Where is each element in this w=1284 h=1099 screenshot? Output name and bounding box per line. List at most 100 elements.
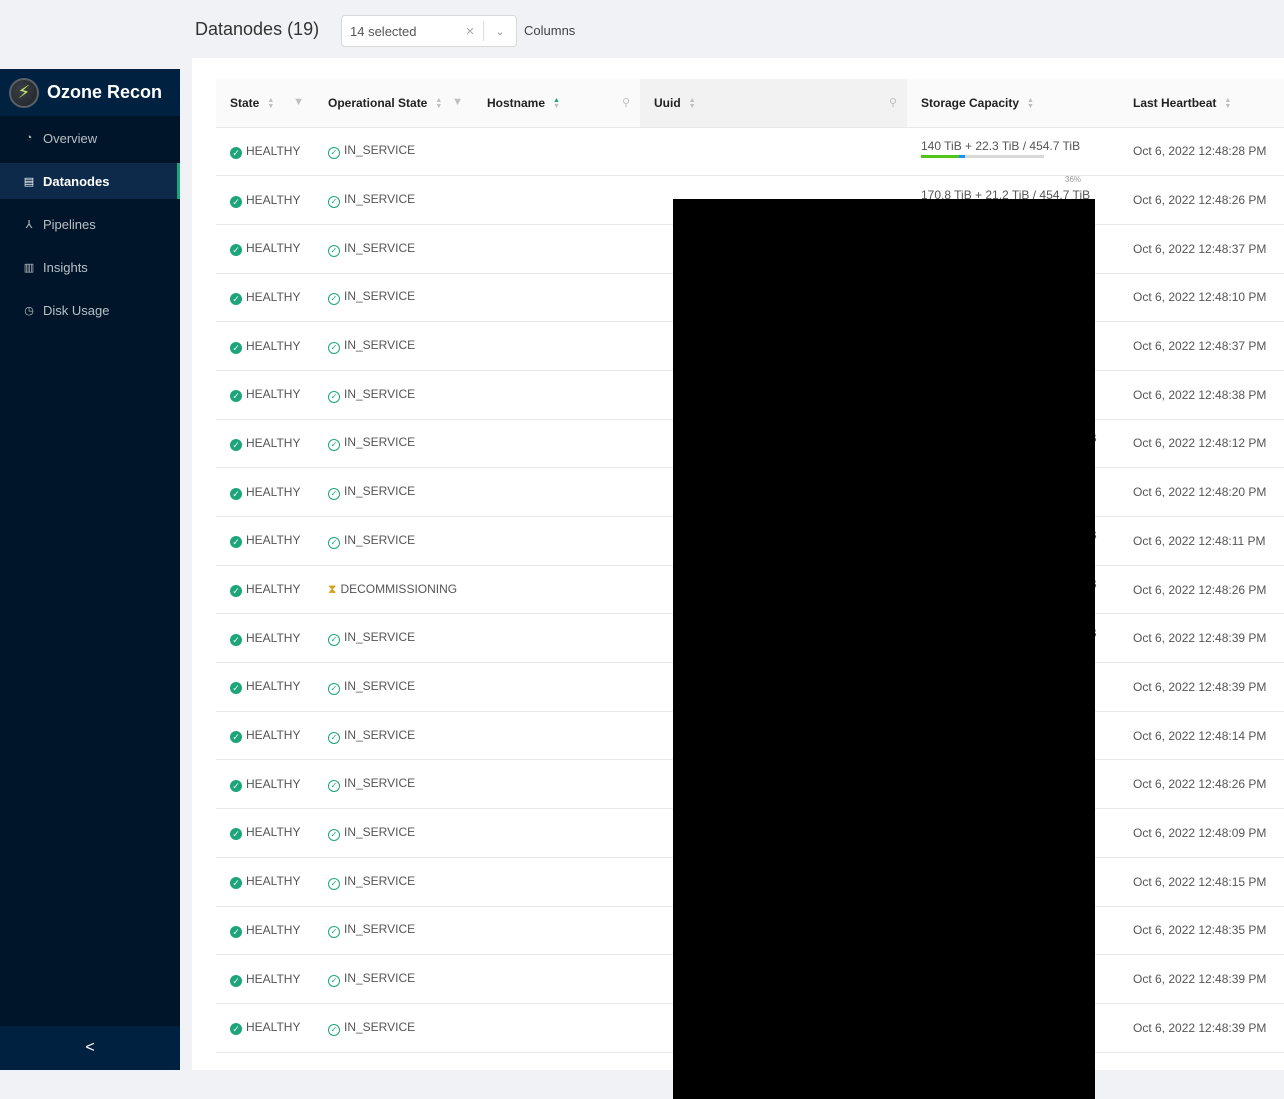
column-header-state[interactable]: State ▲ ▼ ▼ [216, 79, 314, 128]
operational-state-cell: ✓ IN_SERVICE [314, 224, 473, 274]
hostname-cell [473, 906, 640, 956]
state-cell: ✓ HEALTHY [216, 467, 314, 517]
last-heartbeat-cell: Oct 6, 2022 12:48:39 PM [1119, 662, 1284, 712]
check-circle-outline-icon: ✓ [328, 634, 340, 647]
check-circle-icon: ✓ [230, 146, 242, 159]
last-heartbeat-cell: Oct 6, 2022 12:48:15 PM [1119, 857, 1284, 907]
chevron-down-icon[interactable]: ⌄ [484, 25, 516, 38]
column-header-storage-capacity[interactable]: Storage Capacity ▲ ▼ [907, 79, 1119, 128]
check-circle-outline-icon: ✓ [328, 390, 340, 403]
sidebar-item-pipelines[interactable]: ⅄ Pipelines [0, 206, 180, 242]
app-logo[interactable]: ⚡ Ozone Recon [0, 69, 180, 116]
state-value: HEALTHY [246, 582, 301, 597]
check-circle-outline-icon: ✓ [328, 536, 340, 549]
column-header-hostname[interactable]: Hostname ▲ ▼ ⚲ [473, 79, 640, 128]
hostname-cell [473, 857, 640, 907]
last-heartbeat-value: Oct 6, 2022 12:48:35 PM [1133, 923, 1267, 938]
sort-icon[interactable]: ▲ ▼ [1224, 97, 1231, 110]
sidebar-item-insights[interactable]: ▥ Insights [0, 249, 180, 285]
operational-state-value: IN_SERVICE [344, 484, 416, 499]
state-cell: ✓ HEALTHY [216, 711, 314, 761]
check-circle-icon: ✓ [230, 828, 242, 841]
operational-state-value: IN_SERVICE [344, 192, 416, 207]
state-cell: ✓ HEALTHY [216, 954, 314, 1004]
last-heartbeat-cell: Oct 6, 2022 12:48:35 PM [1119, 906, 1284, 956]
sort-icon[interactable]: ▲ ▼ [1027, 97, 1034, 110]
last-heartbeat-cell: Oct 6, 2022 12:48:14 PM [1119, 711, 1284, 761]
filter-icon[interactable]: ▼ [293, 96, 304, 108]
operational-state-cell: ✓ IN_SERVICE [314, 419, 473, 469]
state-value: HEALTHY [246, 825, 301, 840]
sidebar-item-datanodes[interactable]: ▤ Datanodes [0, 163, 180, 199]
state-cell: ✓ HEALTHY [216, 565, 314, 615]
columns-select[interactable]: 14 selected × ⌄ [341, 15, 517, 47]
used-bar [921, 154, 959, 158]
operational-state-value: DECOMMISSIONING [340, 582, 458, 597]
hostname-cell [473, 224, 640, 274]
filter-icon[interactable]: ▼ [452, 96, 463, 108]
state-value: HEALTHY [246, 387, 301, 402]
last-heartbeat-value: Oct 6, 2022 12:48:26 PM [1133, 193, 1267, 208]
state-cell: ✓ HEALTHY [216, 273, 314, 323]
operational-state-value: IN_SERVICE [344, 240, 416, 255]
check-circle-outline-icon: ✓ [328, 147, 340, 160]
operational-state-value: IN_SERVICE [344, 824, 416, 839]
sort-ascending-icon[interactable]: ▲ ▼ [553, 97, 560, 110]
state-value: HEALTHY [246, 971, 301, 986]
last-heartbeat-value: Oct 6, 2022 12:48:39 PM [1133, 1020, 1267, 1035]
column-header-operational-state[interactable]: Operational State ▲ ▼ ▼ [314, 79, 473, 128]
last-heartbeat-cell: Oct 6, 2022 12:48:20 PM [1119, 467, 1284, 517]
check-circle-outline-icon: ✓ [328, 780, 340, 793]
hostname-cell [473, 954, 640, 1004]
clear-icon[interactable]: × [457, 23, 483, 40]
state-cell: ✓ HEALTHY [216, 857, 314, 907]
check-circle-icon: ✓ [230, 585, 242, 598]
top-left-strip [0, 0, 180, 69]
sidebar-item-disk-usage[interactable]: ◷ Disk Usage [0, 292, 180, 328]
last-heartbeat-value: Oct 6, 2022 12:48:28 PM [1133, 144, 1267, 159]
sidebar-item-overview[interactable]: ◔ Overview [0, 120, 180, 156]
datanodes-panel: State ▲ ▼ ▼ Operational State ▲ ▼ ▼ Hostname ▲ ▼… [192, 58, 1284, 1099]
search-icon[interactable]: ⚲ [622, 96, 630, 109]
last-heartbeat-value: Oct 6, 2022 12:48:11 PM [1133, 533, 1266, 548]
column-header-uuid[interactable]: Uuid ▲ ▼ ⚲ [640, 79, 907, 128]
sidebar-collapse-button[interactable]: < [0, 1026, 180, 1070]
last-heartbeat-value: Oct 6, 2022 12:48:39 PM [1133, 631, 1267, 646]
sort-icon[interactable]: ▲ ▼ [689, 97, 696, 110]
operational-state-value: IN_SERVICE [344, 435, 416, 450]
state-cell: ✓ HEALTHY [216, 321, 314, 371]
operational-state-value: IN_SERVICE [344, 1019, 416, 1034]
last-heartbeat-value: Oct 6, 2022 12:48:26 PM [1133, 777, 1267, 792]
last-heartbeat-value: Oct 6, 2022 12:48:39 PM [1133, 679, 1267, 694]
operational-state-value: IN_SERVICE [344, 776, 416, 791]
last-heartbeat-cell: Oct 6, 2022 12:48:28 PM [1119, 127, 1284, 177]
last-heartbeat-cell: Oct 6, 2022 12:48:10 PM [1119, 273, 1284, 323]
state-value: HEALTHY [246, 338, 301, 353]
search-icon[interactable]: ⚲ [889, 96, 897, 109]
storage-capacity-cell: 140 TiB + 22.3 TiB / 454.7 TiB 36% [907, 127, 1119, 184]
state-value: HEALTHY [246, 874, 301, 889]
column-header-last-heartbeat[interactable]: Last Heartbeat ▲ ▼ [1119, 79, 1284, 128]
operational-state-value: IN_SERVICE [344, 922, 416, 937]
hostname-cell [473, 516, 640, 566]
state-value: HEALTHY [246, 484, 301, 499]
check-circle-icon: ✓ [230, 731, 242, 744]
sort-icon[interactable]: ▲ ▼ [267, 97, 274, 110]
check-circle-icon: ✓ [230, 974, 242, 987]
state-cell: ✓ HEALTHY [216, 808, 314, 858]
redacted-block [673, 199, 1095, 1099]
check-circle-outline-icon: ✓ [328, 975, 340, 988]
storage-progress-bar [921, 154, 1044, 158]
sort-icon[interactable]: ▲ ▼ [435, 97, 442, 110]
hostname-cell [473, 613, 640, 664]
operational-state-cell: ✓ IN_SERVICE [314, 467, 473, 517]
operational-state-cell: ✓ IN_SERVICE [314, 127, 473, 177]
dashboard-icon: ◔ [25, 132, 33, 144]
hostname-cell [473, 321, 640, 371]
operational-state-value: IN_SERVICE [344, 338, 416, 353]
last-heartbeat-cell: Oct 6, 2022 12:48:26 PM [1119, 175, 1284, 225]
hostname-cell [473, 273, 640, 323]
last-heartbeat-value: Oct 6, 2022 12:48:38 PM [1133, 387, 1267, 402]
check-circle-outline-icon: ✓ [328, 439, 340, 452]
state-cell: ✓ HEALTHY [216, 662, 314, 712]
